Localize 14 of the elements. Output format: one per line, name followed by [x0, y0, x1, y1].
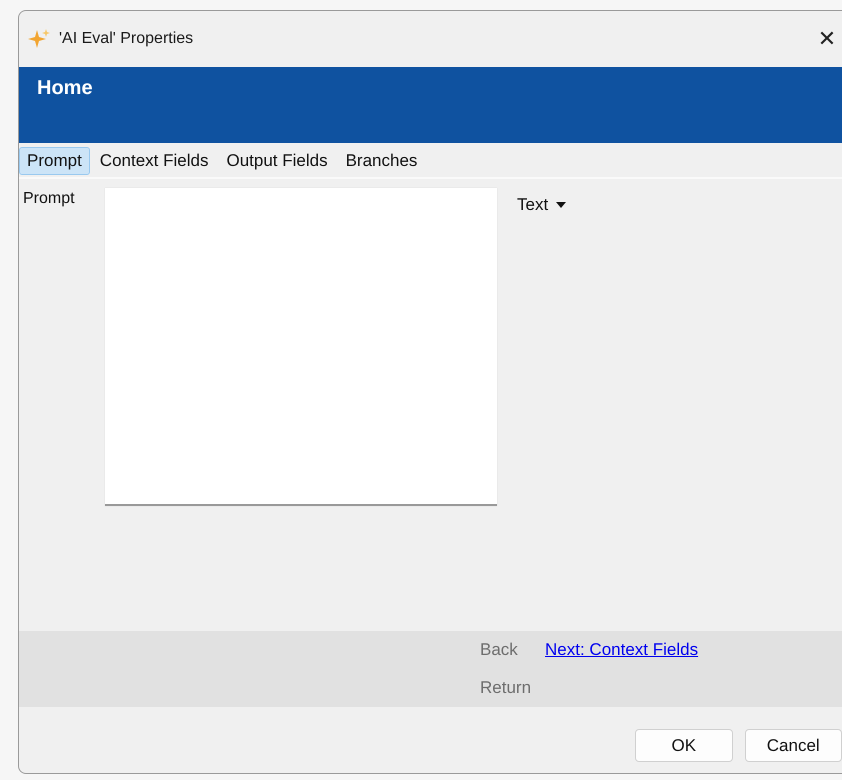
window-title: 'AI Eval' Properties: [59, 30, 194, 48]
cancel-button[interactable]: Cancel: [744, 729, 842, 762]
caret-icon: [556, 202, 566, 208]
format-dropdown[interactable]: Text: [517, 195, 566, 215]
tab[interactable]: Context Fields: [92, 147, 216, 175]
ok-button[interactable]: OK: [635, 729, 732, 762]
field-label: Prompt: [23, 190, 76, 208]
tab[interactable]: Output Fields: [218, 147, 336, 175]
prompt-field[interactable]: [105, 188, 497, 506]
close-button[interactable]: ✕: [812, 19, 842, 59]
tab[interactable]: Prompt: [19, 147, 90, 175]
next-link[interactable]: Next: Context Fields: [545, 640, 698, 660]
header-title: Home: [37, 77, 93, 100]
tab[interactable]: Branches: [338, 147, 426, 175]
